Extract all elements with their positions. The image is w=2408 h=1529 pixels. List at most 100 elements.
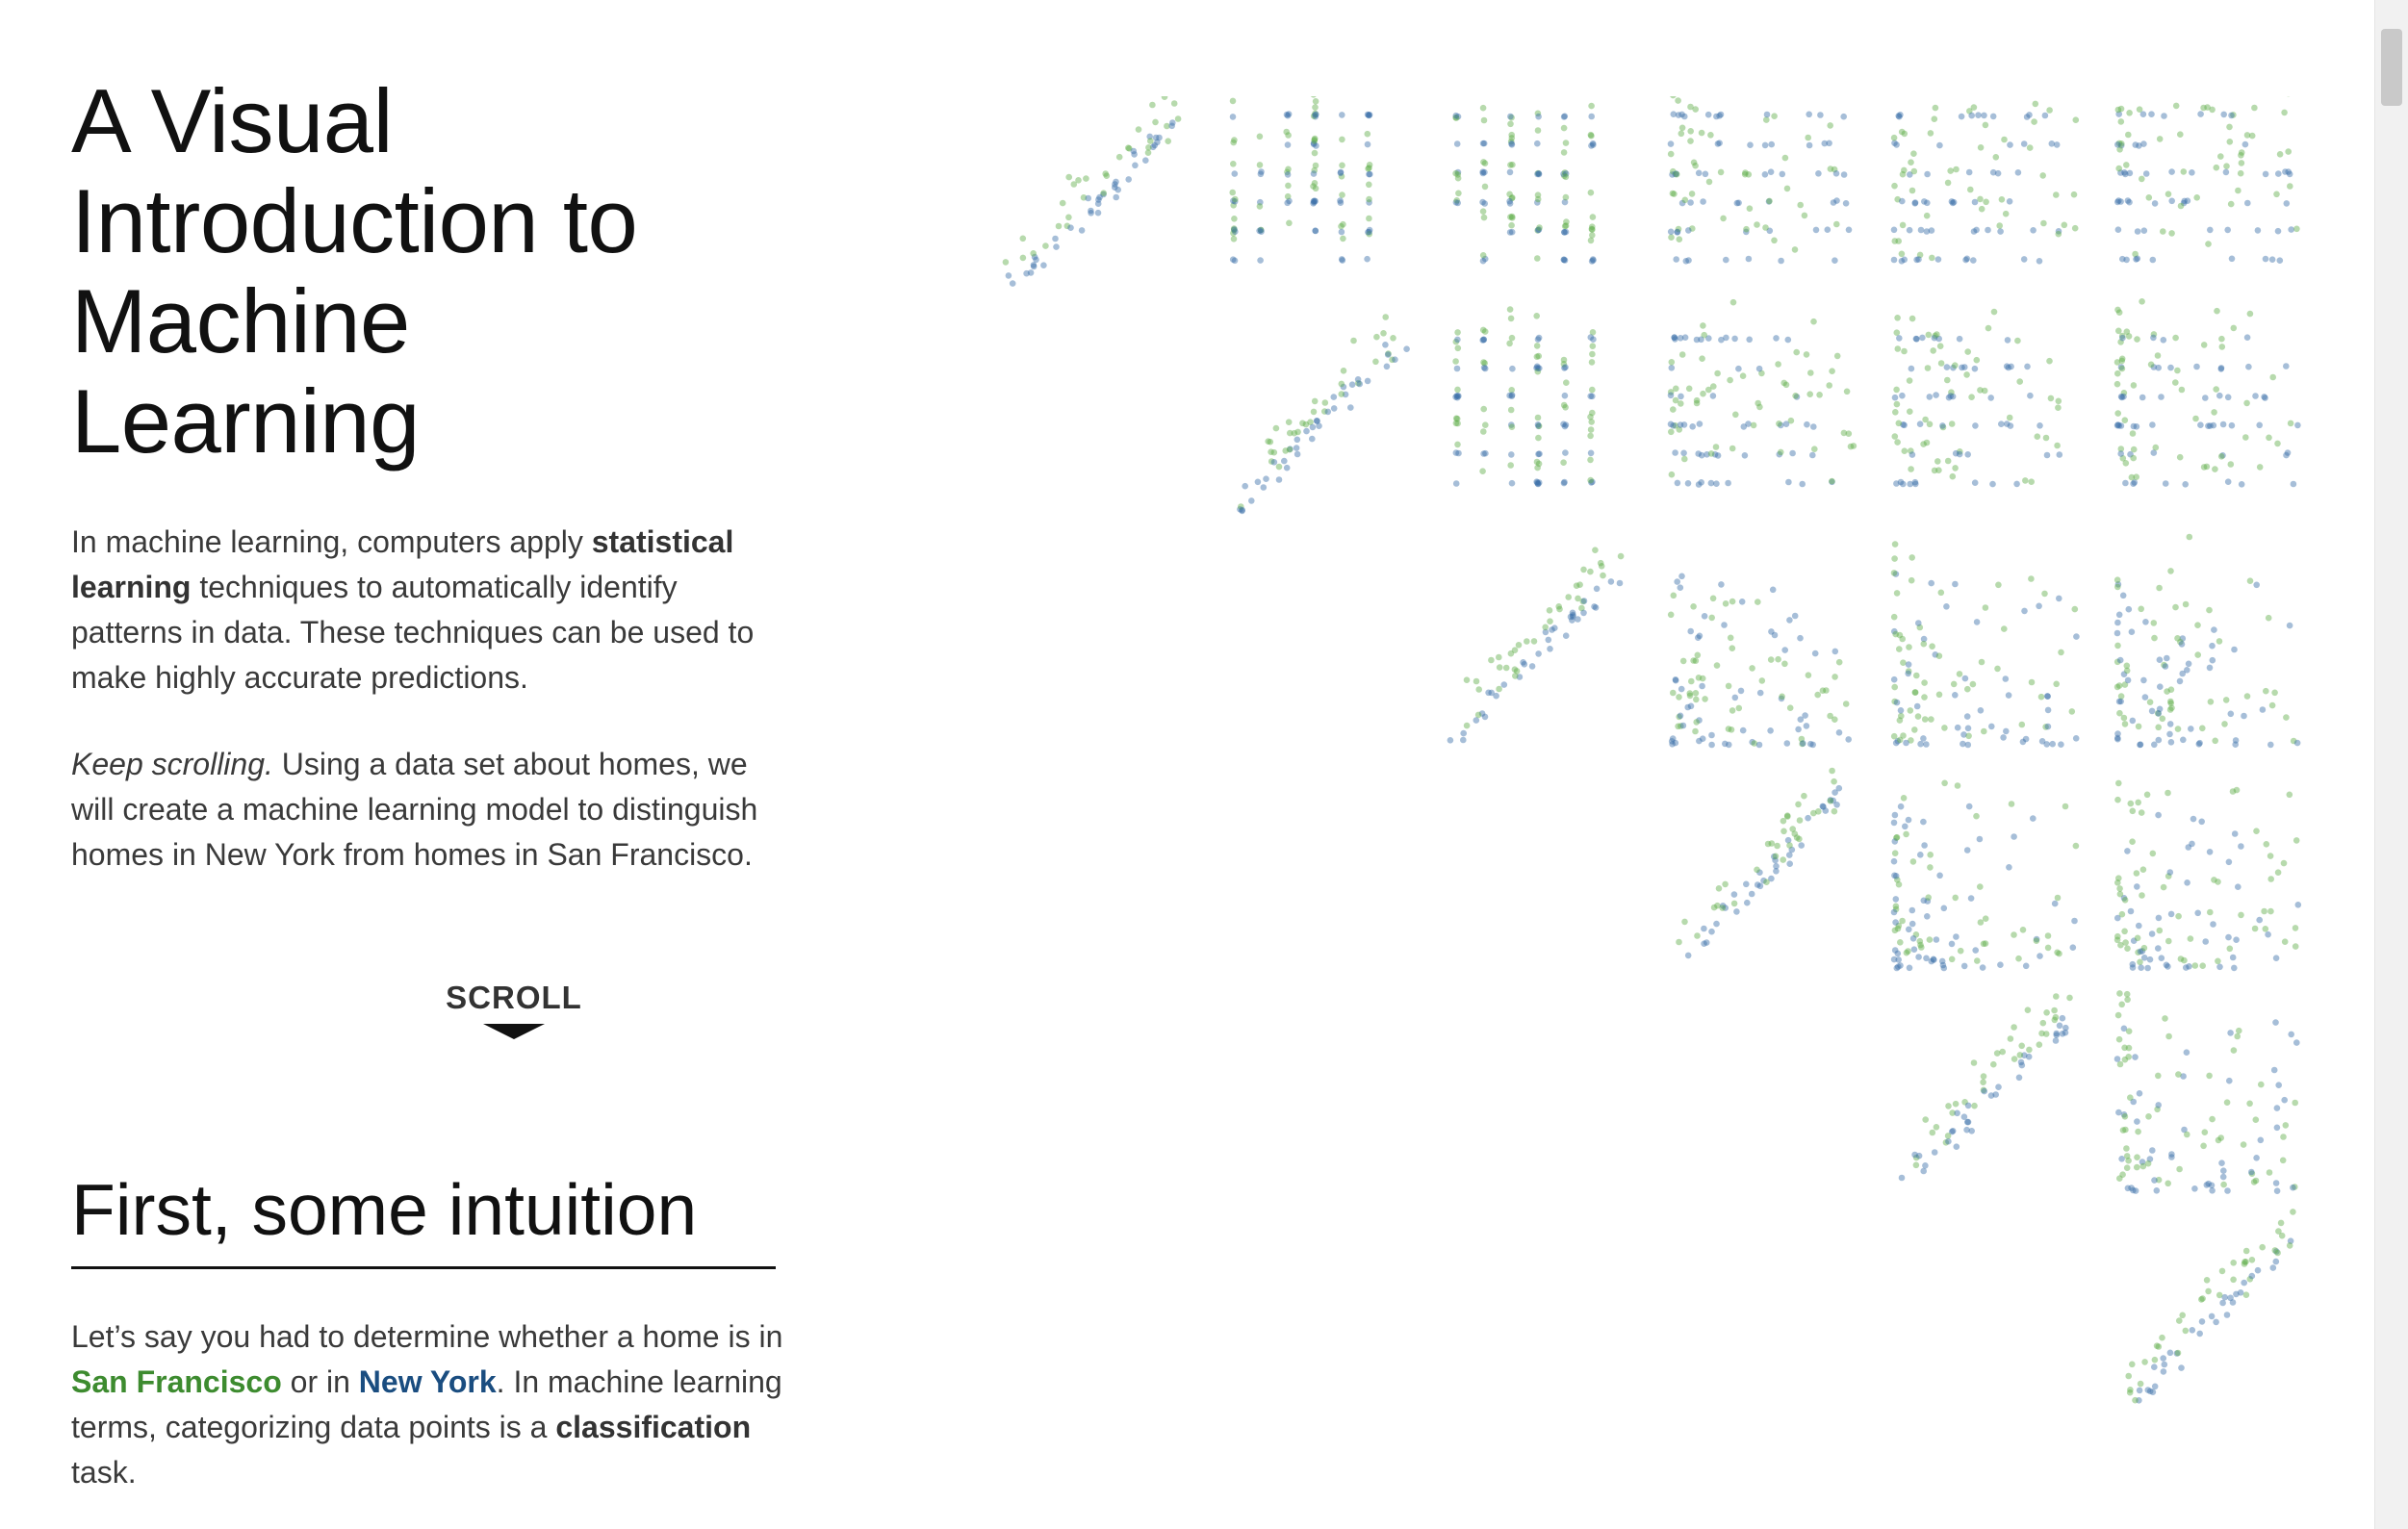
scatter-point: [1977, 883, 1984, 890]
scatter-point: [2242, 1291, 2250, 1298]
scatter-point: [1763, 879, 1770, 885]
scatter-point: [1260, 484, 1268, 491]
scatter-point: [2175, 912, 2182, 920]
scatter-point: [1732, 411, 1739, 419]
scatter-point: [1285, 182, 1292, 190]
scatter-point: [2234, 1032, 2241, 1040]
scatter-point: [1667, 140, 1675, 147]
scatter-point: [1801, 792, 1807, 800]
scatter-point: [2174, 1349, 2182, 1357]
scatter-point: [1978, 658, 1985, 666]
scatter-point: [1769, 586, 1777, 594]
scatter-point: [2053, 141, 2061, 148]
scatter-point: [1890, 570, 1898, 576]
scatter-point: [1756, 689, 1764, 697]
vertical-scrollbar[interactable]: [2374, 0, 2408, 1529]
scatter-point: [1673, 385, 1679, 393]
scatter-point: [2117, 393, 2125, 400]
scatter-point: [1793, 348, 1800, 356]
scatter-point: [1982, 121, 1989, 129]
scatter-point: [1976, 835, 1984, 843]
scatter-point: [1758, 677, 1766, 684]
scatter-point: [1705, 178, 1713, 186]
scatter-point: [2072, 116, 2080, 123]
scatter-point: [2146, 1388, 2154, 1395]
scatter-point: [1893, 833, 1901, 841]
scatter-point: [1805, 814, 1811, 822]
scrollbar-thumb[interactable]: [2381, 29, 2402, 106]
scatter-point: [2151, 1383, 2159, 1390]
scatter-point: [2137, 1380, 2144, 1388]
scatter-point: [2150, 334, 2157, 342]
scatter-point: [1810, 423, 1817, 430]
scatter-point: [2125, 1054, 2132, 1060]
scatter-point: [1094, 209, 1102, 217]
scatter-point: [1294, 436, 1301, 444]
scatter-point: [1009, 280, 1016, 287]
scatter-point: [1927, 852, 1934, 858]
scatter-point: [2162, 1015, 2168, 1022]
scatter-point: [1170, 100, 1178, 107]
scatter-point: [1366, 215, 1372, 222]
scatter-point: [2115, 779, 2122, 787]
scatter-point: [2004, 337, 2011, 344]
scatter-point: [1125, 176, 1132, 183]
scatter-point: [1272, 424, 1280, 432]
scatter-point: [1891, 683, 1898, 691]
scatter-point: [1403, 345, 1410, 353]
scatter-point: [2018, 1042, 2025, 1050]
scatter-point: [2273, 1105, 2281, 1111]
scatter-point: [2139, 866, 2147, 873]
scatter-point: [1979, 964, 1986, 971]
scatter-point: [1990, 1060, 1997, 1068]
scatter-point: [2233, 1290, 2240, 1298]
scatter-point: [1743, 880, 1750, 888]
scatter-point: [1941, 725, 1948, 731]
scatter-point: [1688, 677, 1695, 685]
scatter-point: [1795, 801, 1802, 808]
scatter-point: [1980, 1073, 1987, 1080]
scatter-point: [1674, 479, 1681, 487]
scatter-point: [2184, 879, 2190, 886]
scatter-point: [1840, 171, 1848, 178]
scatter-point: [1681, 196, 1689, 204]
scatter-point: [2252, 393, 2259, 399]
scatter-point: [1083, 175, 1089, 182]
scatter-point: [1898, 258, 1906, 265]
scatter-point: [2031, 118, 2037, 125]
scatter-point: [1968, 112, 1975, 119]
scatter-point: [2184, 197, 2191, 204]
scatter-point: [2046, 107, 2053, 114]
scatter-point: [2268, 701, 2276, 709]
scatter-point: [2134, 1163, 2140, 1171]
scatter-point: [1267, 438, 1274, 446]
scatter-point: [2030, 815, 2037, 822]
scatter-point: [1929, 643, 1935, 650]
scatter-point: [1291, 429, 1298, 437]
scatter-point: [1893, 386, 1900, 394]
scatter-point: [1727, 634, 1734, 642]
scatter-point: [2257, 1136, 2265, 1144]
scatter-point: [1994, 169, 2002, 177]
scatter-point: [2036, 1041, 2043, 1048]
scatter-point: [1960, 1113, 1968, 1120]
scatter-point: [2178, 1364, 2185, 1371]
scroll-label[interactable]: SCROLL: [379, 980, 649, 1016]
scatter-point: [1562, 632, 1570, 639]
scatter-point: [2149, 256, 2157, 264]
scatter-point: [1507, 406, 1515, 414]
scatter-point: [1309, 435, 1316, 443]
scatter-point: [1052, 235, 1059, 242]
triangle-down-icon[interactable]: [483, 1024, 545, 1039]
scatter-point: [1964, 725, 1972, 732]
scatter-point: [1587, 568, 1594, 575]
scatter-point: [2189, 169, 2195, 176]
scatter-point: [1785, 478, 1792, 486]
scatter-point: [1687, 103, 1694, 111]
scatter-point: [2274, 869, 2282, 876]
scatter-point: [2039, 1019, 2047, 1027]
scatter-point: [2134, 934, 2141, 942]
scroll-cue[interactable]: SCROLL: [379, 980, 649, 1039]
scatter-point: [1953, 933, 1960, 940]
scatter-point: [1931, 115, 1938, 122]
